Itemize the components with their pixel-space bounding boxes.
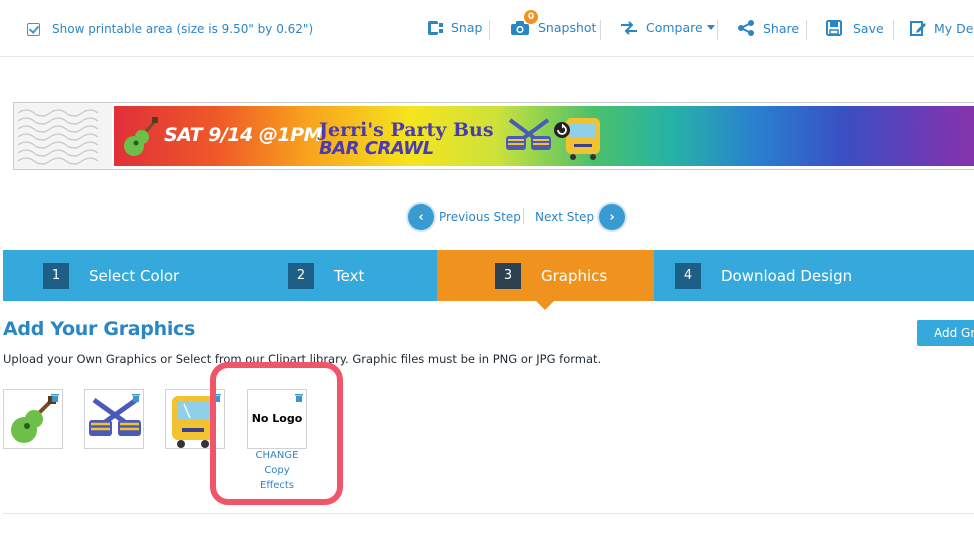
snapshot-count-badge: 0 xyxy=(524,10,538,24)
tab-label: Text xyxy=(334,266,365,285)
graphic-thumbnail-glasses[interactable] xyxy=(84,389,144,449)
party-glasses-icon xyxy=(506,118,551,150)
party-glasses-icon xyxy=(89,397,141,436)
chevron-left-icon: ‹ xyxy=(408,204,434,230)
tab-graphics[interactable]: 3 Graphics xyxy=(437,250,654,301)
snapshot-label: Snapshot xyxy=(538,20,597,35)
snapshot-button[interactable]: Snapshot xyxy=(511,20,596,35)
annotation-highlight-box xyxy=(210,362,343,505)
save-icon xyxy=(826,20,842,36)
tab-text[interactable]: 2 Text xyxy=(288,250,428,301)
snap-button[interactable]: Snap xyxy=(428,20,482,35)
toolbar-divider xyxy=(717,20,718,40)
previous-step-button[interactable]: ‹ Previous Step xyxy=(408,204,521,230)
toolbar-divider xyxy=(489,20,490,40)
previous-step-label: Previous Step xyxy=(439,210,521,224)
step-number: 3 xyxy=(495,262,521,289)
tab-select-color[interactable]: 1 Select Color xyxy=(43,250,283,301)
caret-down-icon xyxy=(706,25,715,30)
toolbar-divider xyxy=(600,20,601,40)
tab-download-design[interactable]: 4 Download Design xyxy=(675,250,955,301)
share-label: Share xyxy=(763,20,800,36)
rotate-handle-icon[interactable] xyxy=(553,121,571,139)
tab-label: Graphics xyxy=(541,266,608,285)
active-tab-pointer xyxy=(536,301,554,310)
printable-area-label: Show printable area (size is 9.50" by 0.… xyxy=(52,22,314,36)
section-title: Add Your Graphics xyxy=(3,318,195,340)
printable-area-toggle[interactable]: Show printable area (size is 9.50" by 0.… xyxy=(27,22,313,36)
next-step-label: Next Step xyxy=(535,210,595,224)
chevron-right-icon: › xyxy=(599,204,626,230)
guitar-icon xyxy=(124,117,158,156)
wave-pattern-icon xyxy=(17,109,99,165)
share-icon xyxy=(738,20,754,36)
my-designs-button[interactable]: My Des xyxy=(910,20,974,36)
trash-icon[interactable] xyxy=(51,393,59,402)
compare-dropdown[interactable]: Compare xyxy=(620,20,715,35)
save-label: Save xyxy=(853,20,884,36)
next-step-button[interactable]: Next Step › xyxy=(535,204,626,230)
band-date-text: SAT 9/14 @1PM xyxy=(164,124,322,146)
step-number: 2 xyxy=(288,262,314,289)
compare-label: Compare xyxy=(646,20,703,35)
add-graphics-button[interactable]: Add Gr xyxy=(917,320,974,346)
toolbar-divider xyxy=(893,20,894,40)
tab-label: Download Design xyxy=(721,266,853,285)
compare-icon xyxy=(621,20,637,35)
share-button[interactable]: Share xyxy=(737,20,799,36)
graphic-thumbnail-guitar[interactable] xyxy=(3,389,63,449)
my-designs-label: My Des xyxy=(934,20,974,36)
tab-label: Select Color xyxy=(89,266,180,285)
wristband-tab-area xyxy=(14,103,112,169)
printable-area-checkbox[interactable] xyxy=(27,22,40,36)
toolbar-divider xyxy=(806,20,807,40)
section-divider xyxy=(3,513,974,514)
snap-label: Snap xyxy=(451,20,483,35)
step-nav-divider xyxy=(523,208,524,224)
snap-icon xyxy=(428,20,443,35)
trash-icon[interactable] xyxy=(132,393,140,402)
top-toolbar: Show printable area (size is 9.50" by 0.… xyxy=(0,0,974,57)
step-tabs: 1 Select Color 2 Text 3 Graphics 4 Downl… xyxy=(3,250,974,301)
edit-document-icon xyxy=(910,21,926,36)
step-number: 4 xyxy=(675,262,701,289)
band-subtitle-text: BAR CRAWL xyxy=(319,138,434,159)
step-number: 1 xyxy=(43,262,69,289)
save-button[interactable]: Save xyxy=(826,20,884,36)
